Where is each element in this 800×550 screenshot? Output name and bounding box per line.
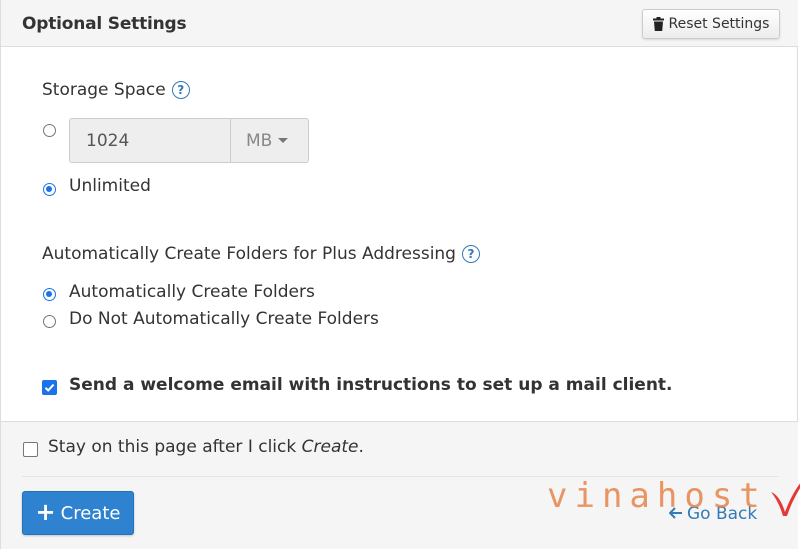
storage-unit-value: MB — [246, 130, 273, 151]
no-auto-create-folders-label: Do Not Automatically Create Folders — [69, 309, 379, 329]
form-footer: Stay on this page after I click Create. … — [1, 421, 798, 549]
panel-header: Optional Settings Reset Settings — [1, 0, 798, 47]
arrow-left-icon — [668, 504, 683, 524]
auto-create-folders-label: Automatically Create Folders — [69, 282, 315, 302]
storage-space-label: Storage Space ? — [42, 80, 190, 100]
no-auto-create-folders-radio[interactable] — [43, 315, 56, 328]
auto-create-folders-radio[interactable] — [43, 288, 56, 301]
welcome-email-label: Send a welcome email with instructions t… — [69, 375, 673, 395]
plus-icon: + — [35, 498, 56, 526]
go-back-link[interactable]: Go Back — [668, 504, 758, 524]
optional-settings-panel: Optional Settings Reset Settings Storage… — [0, 0, 798, 549]
trash-icon — [652, 17, 664, 31]
panel-title: Optional Settings — [22, 14, 187, 34]
go-back-label: Go Back — [687, 504, 758, 524]
welcome-email-checkbox[interactable] — [42, 380, 57, 395]
reset-settings-button[interactable]: Reset Settings — [642, 9, 780, 39]
storage-quota-input[interactable] — [69, 118, 230, 163]
storage-unlimited-radio[interactable] — [43, 183, 56, 196]
stay-on-page-label: Stay on this page after I click Create. — [48, 437, 364, 457]
footer-divider — [22, 476, 779, 477]
plus-addressing-label: Automatically Create Folders for Plus Ad… — [42, 244, 480, 264]
stay-on-page-checkbox[interactable] — [23, 442, 38, 457]
storage-unit-select[interactable]: MB — [230, 118, 309, 163]
stay-on-page-end: . — [358, 437, 364, 457]
reset-settings-label: Reset Settings — [668, 16, 770, 32]
stay-on-page-emphasis: Create — [301, 437, 359, 457]
storage-help-icon[interactable]: ? — [171, 81, 190, 99]
storage-unlimited-label: Unlimited — [69, 176, 151, 196]
plus-addressing-help-icon[interactable]: ? — [461, 245, 480, 263]
create-button[interactable]: + Create — [22, 491, 134, 535]
caret-down-icon — [278, 138, 289, 143]
stay-on-page-text: Stay on this page after I click — [48, 437, 302, 457]
create-button-label: Create — [60, 502, 121, 524]
plus-addressing-text: Automatically Create Folders for Plus Ad… — [42, 244, 456, 264]
storage-custom-radio[interactable] — [43, 124, 56, 137]
storage-space-text: Storage Space — [42, 80, 166, 100]
